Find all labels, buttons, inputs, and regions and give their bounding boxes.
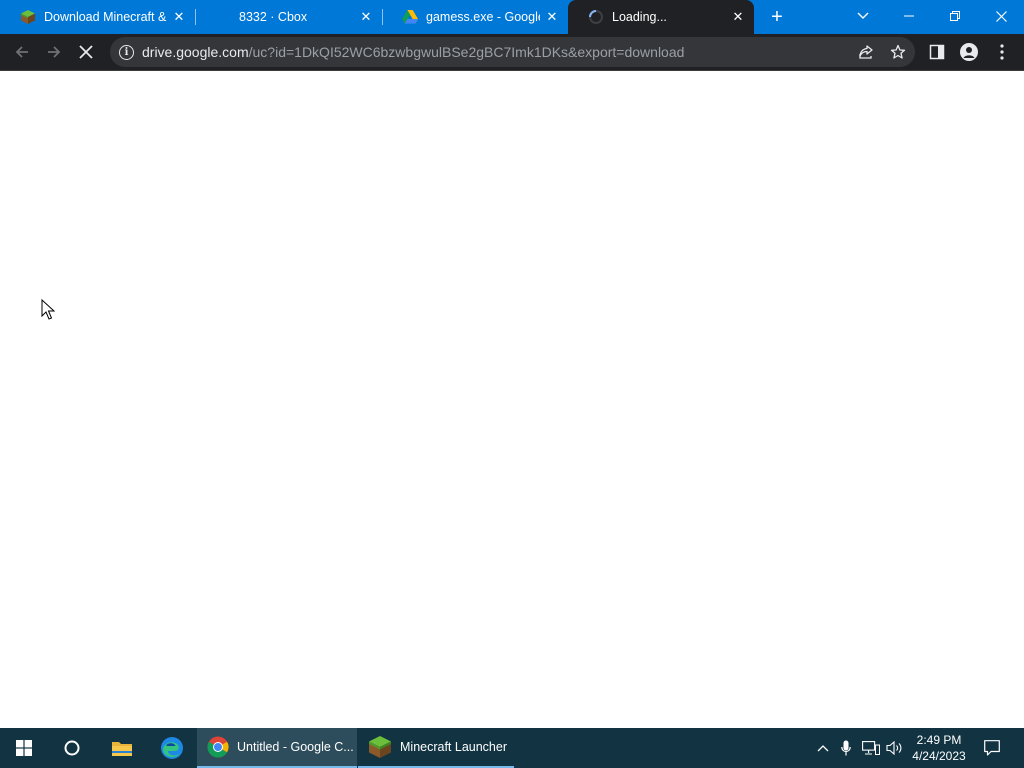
chrome-menu-button[interactable] <box>992 42 1012 62</box>
restore-button[interactable] <box>932 0 978 32</box>
bookmark-star-icon[interactable] <box>890 44 906 60</box>
url-host: drive.google.com <box>142 44 249 60</box>
profile-button[interactable] <box>959 42 979 62</box>
tab-search-button[interactable] <box>840 0 886 32</box>
taskbar-app-minecraft-launcher[interactable]: Minecraft Launcher <box>358 728 514 768</box>
network-ethernet-icon <box>862 741 880 755</box>
edge-icon <box>161 737 183 759</box>
mouse-cursor-icon <box>41 299 55 320</box>
stop-icon <box>79 45 93 59</box>
cortana-circle-icon <box>64 740 80 756</box>
forward-arrow-icon <box>48 46 61 58</box>
back-button[interactable] <box>8 38 36 66</box>
close-tab-icon[interactable]: ✕ <box>167 9 191 25</box>
share-icon[interactable] <box>858 44 874 60</box>
notification-icon <box>984 740 1000 756</box>
microphone-icon <box>841 740 851 756</box>
site-info-icon[interactable]: i <box>119 44 134 60</box>
side-panel-icon <box>929 44 945 60</box>
minecraft-grass-icon <box>20 9 36 25</box>
windows-taskbar: Untitled - Google C... Minecraft Launche… <box>0 728 1024 768</box>
folder-icon <box>112 742 132 756</box>
stop-loading-button[interactable] <box>72 38 100 66</box>
clock-time: 2:49 PM <box>916 733 962 747</box>
restore-icon <box>950 11 960 21</box>
close-tab-icon[interactable]: ✕ <box>354 9 378 25</box>
loading-spinner-icon <box>588 9 604 25</box>
new-tab-button[interactable]: + <box>764 5 790 29</box>
blank-favicon <box>215 9 231 25</box>
search-button[interactable] <box>48 728 96 768</box>
start-button[interactable] <box>0 728 48 768</box>
page-content <box>0 71 1024 728</box>
taskbar-app-chrome[interactable]: Untitled - Google C... <box>197 728 357 768</box>
network-tray-button[interactable] <box>860 728 882 768</box>
minimize-button[interactable] <box>886 0 932 32</box>
close-icon <box>995 10 1007 22</box>
kebab-menu-icon <box>1000 44 1004 60</box>
edge-button[interactable] <box>148 728 196 768</box>
minimize-icon <box>904 15 914 17</box>
chrome-icon <box>207 736 229 758</box>
taskbar-clock[interactable]: 2:49 PM 4/24/2023 <box>906 732 972 764</box>
back-arrow-icon <box>15 46 28 58</box>
taskbar-app-label: Untitled - Google C... <box>237 740 354 754</box>
show-hidden-icons-button[interactable] <box>812 728 834 768</box>
side-panel-button[interactable] <box>927 42 947 62</box>
volume-icon <box>886 741 902 755</box>
close-window-button[interactable] <box>978 0 1024 32</box>
file-explorer-button[interactable] <box>98 728 146 768</box>
tab-strip: Download Minecraft & ✕ 8332 · Cbox ✕ gam… <box>0 0 1024 34</box>
chevron-up-icon <box>817 745 829 752</box>
clock-date: 4/24/2023 <box>912 749 966 763</box>
chevron-down-icon <box>857 12 869 19</box>
tab-loading[interactable]: Loading... ✕ <box>568 0 754 34</box>
action-center-button[interactable] <box>978 728 1006 768</box>
browser-toolbar: i drive.google.com/uc?id=1DkQI52WC6bzwbg… <box>0 34 1024 71</box>
tab-google-drive[interactable]: gamess.exe - Google D ✕ <box>382 0 568 34</box>
microphone-tray-button[interactable] <box>836 728 856 768</box>
url-path: /uc?id=1DkQI52WC6bzwbgwulBSe2gBC7Imk1DKs… <box>248 44 685 60</box>
minecraft-grass-icon <box>369 736 391 758</box>
tab-title: gamess.exe - Google D <box>426 10 540 24</box>
windows-logo-icon <box>16 740 32 756</box>
close-tab-icon[interactable]: ✕ <box>726 9 750 25</box>
address-url[interactable]: drive.google.com/uc?id=1DkQI52WC6bzwbgwu… <box>142 44 684 60</box>
tab-title: Loading... <box>612 10 667 24</box>
tab-title: Download Minecraft & <box>44 10 167 24</box>
profile-avatar-icon <box>960 43 978 61</box>
tab-download-minecraft[interactable]: Download Minecraft & ✕ <box>0 0 196 34</box>
address-bar[interactable]: i drive.google.com/uc?id=1DkQI52WC6bzwbg… <box>110 37 915 67</box>
tab-cbox[interactable]: 8332 · Cbox ✕ <box>195 0 383 34</box>
google-drive-icon <box>402 9 418 25</box>
taskbar-app-label: Minecraft Launcher <box>400 740 508 754</box>
volume-tray-button[interactable] <box>884 728 906 768</box>
forward-button[interactable] <box>40 38 68 66</box>
tab-title: 8332 · Cbox <box>239 10 308 24</box>
close-tab-icon[interactable]: ✕ <box>540 9 564 25</box>
